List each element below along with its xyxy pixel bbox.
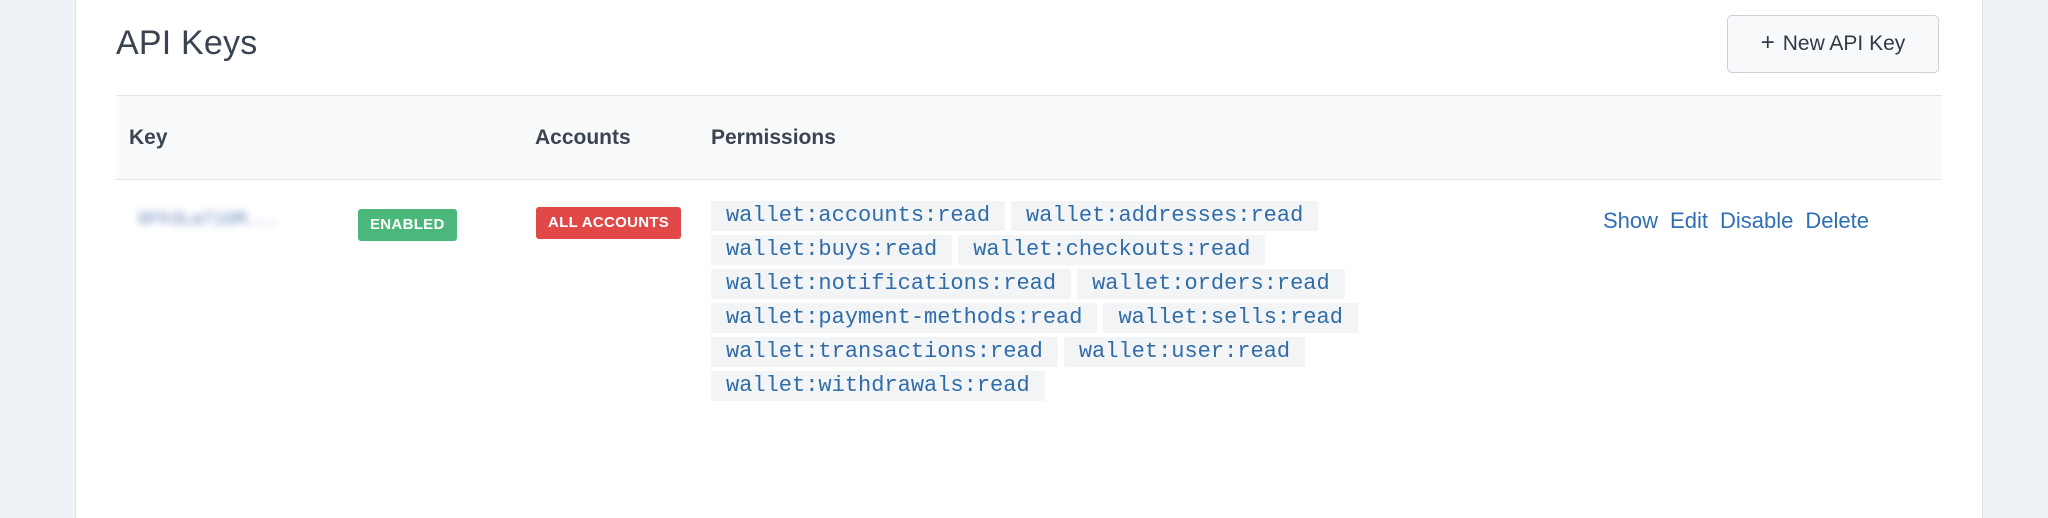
permission-tag: wallet:user:read	[1063, 337, 1306, 367]
permission-line: wallet:transactions:read wallet:user:read	[711, 337, 1431, 367]
status-badge: ENABLED	[358, 209, 457, 241]
api-keys-panel: API Keys + New API Key Key Accounts Perm…	[75, 0, 1983, 518]
table-row: 6Fh3La7iGM... ENABLED ALL ACCOUNTS walle…	[116, 180, 1942, 420]
edit-link[interactable]: Edit	[1670, 208, 1708, 234]
row-actions: Show Edit Disable Delete	[1603, 208, 1869, 234]
new-api-key-label: New API Key	[1782, 32, 1906, 55]
permission-tag: wallet:accounts:read	[711, 201, 1006, 231]
permission-tag: wallet:buys:read	[711, 235, 953, 265]
permission-line: wallet:payment-methods:read wallet:sells:…	[711, 303, 1431, 333]
permission-tag: wallet:checkouts:read	[958, 235, 1266, 265]
show-link[interactable]: Show	[1603, 208, 1658, 234]
plus-icon: +	[1760, 29, 1775, 56]
permission-tag: wallet:addresses:read	[1011, 201, 1319, 231]
permission-line: wallet:buys:read wallet:checkouts:read	[711, 235, 1431, 265]
new-api-key-button[interactable]: + New API Key	[1727, 15, 1939, 73]
permission-line: wallet:accounts:read wallet:addresses:rea…	[711, 201, 1431, 231]
disable-link[interactable]: Disable	[1720, 208, 1793, 234]
accounts-badge: ALL ACCOUNTS	[536, 207, 682, 239]
table-header: Key Accounts Permissions	[116, 95, 1942, 180]
delete-link[interactable]: Delete	[1805, 208, 1869, 234]
permission-line: wallet:withdrawals:read	[711, 371, 1431, 401]
permission-tag: wallet:notifications:read	[711, 269, 1072, 299]
permission-tag: wallet:payment-methods:read	[711, 303, 1098, 333]
api-keys-table: Key Accounts Permissions 6Fh3La7iGM... E…	[116, 95, 1942, 420]
column-header-key: Key	[129, 126, 168, 149]
permissions-list: wallet:accounts:read wallet:addresses:rea…	[711, 201, 1431, 405]
column-header-accounts: Accounts	[535, 126, 631, 149]
api-key-value: 6Fh3La7iGM...	[138, 210, 279, 230]
permission-tag: wallet:sells:read	[1103, 303, 1358, 333]
column-header-permissions: Permissions	[711, 126, 836, 149]
permission-tag: wallet:transactions:read	[711, 337, 1058, 367]
page-title: API Keys	[116, 24, 258, 62]
permission-tag: wallet:withdrawals:read	[711, 371, 1045, 401]
permission-line: wallet:notifications:read wallet:orders:r…	[711, 269, 1431, 299]
permission-tag: wallet:orders:read	[1077, 269, 1345, 299]
